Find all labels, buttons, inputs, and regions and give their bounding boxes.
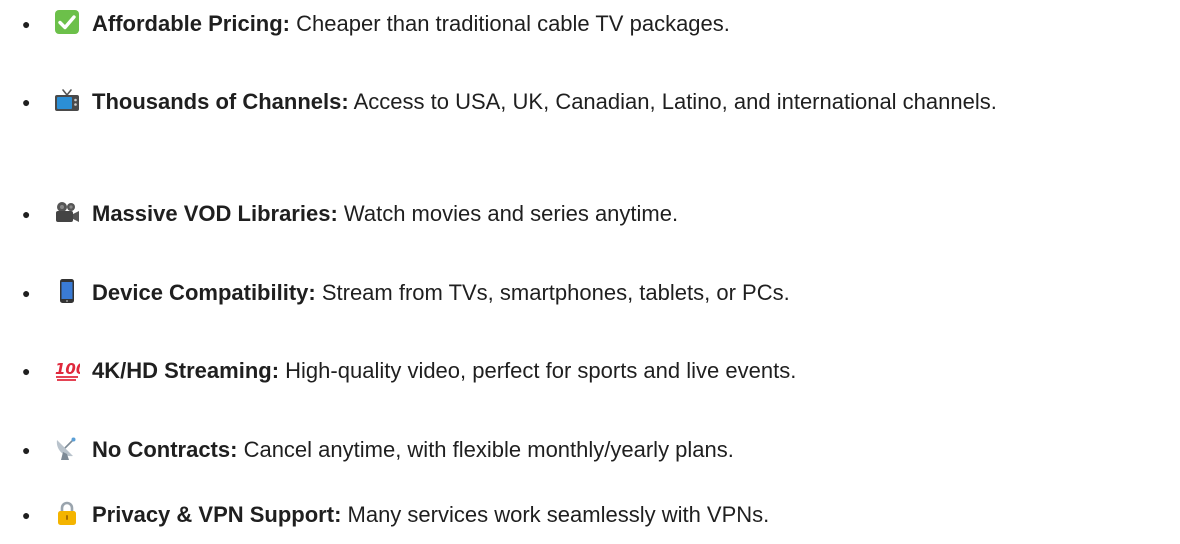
bullet: ● bbox=[22, 363, 31, 379]
list-item-body: 100 4K/HD Streaming: High-quality video,… bbox=[54, 355, 1172, 387]
lock-icon bbox=[54, 500, 80, 526]
feature-description: Watch movies and series anytime. bbox=[337, 201, 679, 226]
feature-title: Thousands of Channels: bbox=[92, 89, 349, 114]
feature-title: 4K/HD Streaming: bbox=[92, 358, 280, 383]
feature-description: Stream from TVs, smartphones, tablets, o… bbox=[315, 280, 790, 305]
check-mark-button-icon bbox=[54, 9, 80, 35]
feature-description: Cheaper than traditional cable TV packag… bbox=[290, 11, 730, 36]
movie-camera-icon bbox=[54, 199, 80, 225]
list-item-body: Massive VOD Libraries: Watch movies and … bbox=[54, 198, 1172, 230]
bullet: ● bbox=[22, 507, 31, 523]
bullet: ● bbox=[22, 206, 31, 222]
feature-title: Privacy & VPN Support: bbox=[92, 502, 342, 527]
list-item-body: Thousands of Channels: Access to USA, UK… bbox=[54, 86, 1172, 118]
television-icon bbox=[54, 87, 80, 113]
list-item-body: Privacy & VPN Support: Many services wor… bbox=[54, 499, 1172, 531]
feature-title: Massive VOD Libraries: bbox=[92, 201, 338, 226]
list-item-body: Device Compatibility: Stream from TVs, s… bbox=[54, 277, 1172, 309]
hundred-points-icon: 100 bbox=[54, 356, 80, 382]
satellite-antenna-icon bbox=[54, 435, 80, 461]
svg-text:100: 100 bbox=[55, 360, 80, 378]
bullet: ● bbox=[22, 16, 31, 32]
feature-description: High-quality video, perfect for sports a… bbox=[279, 358, 797, 383]
feature-title: No Contracts: bbox=[92, 437, 238, 462]
bullet: ● bbox=[22, 94, 31, 110]
feature-description: Many services work seamlessly with VPNs. bbox=[341, 502, 770, 527]
list-item-body: Affordable Pricing: Cheaper than traditi… bbox=[54, 8, 1172, 40]
list-item-body: No Contracts: Cancel anytime, with flexi… bbox=[54, 434, 1172, 466]
feature-title: Affordable Pricing: bbox=[92, 11, 291, 36]
mobile-phone-icon bbox=[54, 278, 80, 304]
bullet: ● bbox=[22, 442, 31, 458]
feature-description: Cancel anytime, with flexible monthly/ye… bbox=[237, 437, 734, 462]
feature-description: Access to USA, UK, Canadian, Latino, and… bbox=[348, 89, 997, 114]
bullet: ● bbox=[22, 285, 31, 301]
feature-title: Device Compatibility: bbox=[92, 280, 316, 305]
